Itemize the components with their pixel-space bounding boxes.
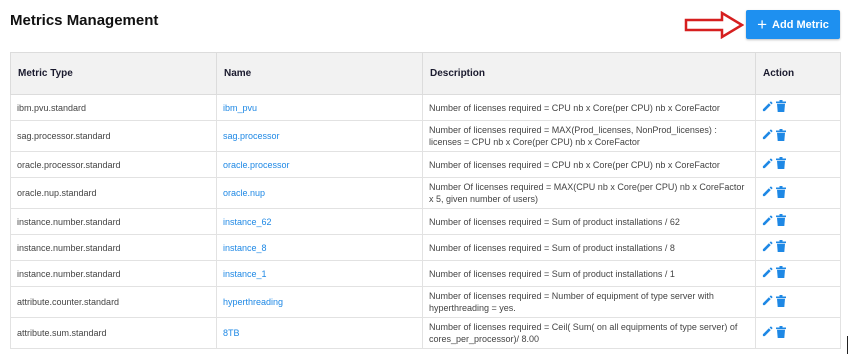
description-cell: Number of licenses required = MAX(Prod_l… <box>422 120 756 152</box>
metric-name-link[interactable]: oracle.processor <box>216 151 423 178</box>
action-cell <box>755 286 841 318</box>
trash-icon[interactable] <box>776 214 786 229</box>
action-cell <box>755 208 841 235</box>
trash-icon[interactable] <box>776 294 786 310</box>
metric-name-link[interactable]: oracle.nup <box>216 177 423 209</box>
table-row: attribute.counter.standard hyperthreading… <box>10 286 841 318</box>
add-metric-label: Add Metric <box>772 18 829 31</box>
trash-icon[interactable] <box>776 325 786 341</box>
metric-type-cell: instance.number.standard <box>10 208 217 235</box>
table-header-row: Metric Type Name Description Action <box>10 52 841 95</box>
table-row: instance.number.standard instance_62 Numbe… <box>10 208 841 235</box>
column-header-metric-type[interactable]: Metric Type <box>10 52 217 95</box>
description-cell: Number of licenses required = Number of … <box>422 286 756 318</box>
red-arrow-icon <box>684 11 744 39</box>
pencil-icon[interactable] <box>762 186 773 200</box>
description-cell: Number of licenses required = Sum of pro… <box>422 234 756 261</box>
metric-name-link[interactable]: instance_62 <box>216 208 423 235</box>
table-row: oracle.processor.standard oracle.processo… <box>10 151 841 178</box>
metric-type-cell: instance.number.standard <box>10 234 217 261</box>
pencil-icon[interactable] <box>762 214 773 229</box>
column-header-action: Action <box>755 52 841 95</box>
action-cell <box>755 317 841 349</box>
pencil-icon[interactable] <box>762 295 773 309</box>
trash-icon[interactable] <box>776 157 786 172</box>
description-cell: Number Of licenses required = MAX(CPU nb… <box>422 177 756 209</box>
metric-name-link[interactable]: 8TB <box>216 317 423 349</box>
description-cell: Number of licenses required = CPU nb x C… <box>422 94 756 121</box>
description-cell: Number of licenses required = Ceil( Sum(… <box>422 317 756 349</box>
metric-name-link[interactable]: ibm_pvu <box>216 94 423 121</box>
metric-name-link[interactable]: sag.processor <box>216 120 423 152</box>
metric-type-cell: instance.number.standard <box>10 260 217 287</box>
page-title: Metrics Management <box>10 12 159 29</box>
metric-name-link[interactable]: instance_1 <box>216 260 423 287</box>
action-cell <box>755 120 841 152</box>
action-cell <box>755 260 841 287</box>
metrics-table: Metric Type Name Description Action ibm.… <box>10 52 841 349</box>
column-header-name[interactable]: Name <box>216 52 423 95</box>
table-row: sag.processor.standard sag.processor Numbe… <box>10 120 841 152</box>
trash-icon[interactable] <box>776 128 786 144</box>
trash-icon[interactable] <box>776 266 786 281</box>
action-cell <box>755 234 841 261</box>
action-cell <box>755 177 841 209</box>
trash-icon[interactable] <box>776 240 786 255</box>
metric-type-cell: oracle.nup.standard <box>10 177 217 209</box>
action-cell <box>755 94 841 121</box>
table-row: instance.number.standard instance_1 Number… <box>10 260 841 287</box>
metric-type-cell: ibm.pvu.standard <box>10 94 217 121</box>
plus-icon: + <box>757 14 768 34</box>
pencil-icon[interactable] <box>762 240 773 255</box>
metric-type-cell: oracle.processor.standard <box>10 151 217 178</box>
table-row: instance.number.standard instance_8 Number… <box>10 234 841 261</box>
table-row: ibm.pvu.standard ibm_pvu Number of license… <box>10 94 841 121</box>
metric-name-link[interactable]: instance_8 <box>216 234 423 261</box>
trash-icon[interactable] <box>776 100 786 115</box>
add-metric-button[interactable]: + Add Metric <box>746 10 840 39</box>
text-cursor <box>847 336 848 354</box>
pencil-icon[interactable] <box>762 266 773 281</box>
description-cell: Number of licenses required = Sum of pro… <box>422 208 756 235</box>
metric-type-cell: attribute.counter.standard <box>10 286 217 318</box>
description-cell: Number of licenses required = Sum of pro… <box>422 260 756 287</box>
metric-name-link[interactable]: hyperthreading <box>216 286 423 318</box>
pencil-icon[interactable] <box>762 157 773 172</box>
table-row: oracle.nup.standard oracle.nup Number Of l… <box>10 177 841 209</box>
table-row: attribute.sum.standard 8TB Number of licen… <box>10 317 841 349</box>
metric-type-cell: attribute.sum.standard <box>10 317 217 349</box>
pencil-icon[interactable] <box>762 100 773 115</box>
pencil-icon[interactable] <box>762 129 773 143</box>
column-header-description[interactable]: Description <box>422 52 756 95</box>
description-cell: Number of licenses required = CPU nb x C… <box>422 151 756 178</box>
pencil-icon[interactable] <box>762 326 773 340</box>
metric-type-cell: sag.processor.standard <box>10 120 217 152</box>
action-cell <box>755 151 841 178</box>
trash-icon[interactable] <box>776 185 786 201</box>
